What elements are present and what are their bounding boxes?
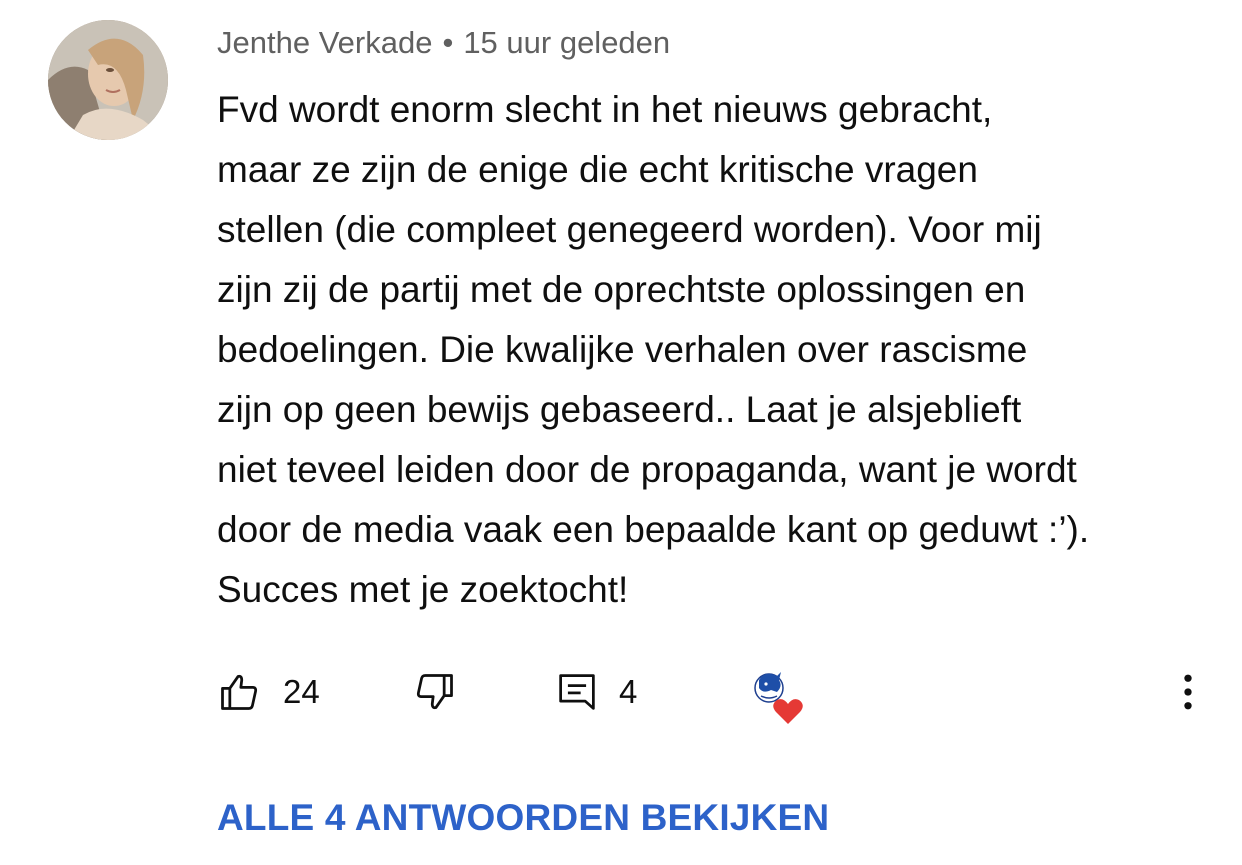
- comment-text-line: stellen (die compleet genegeerd worden).…: [217, 209, 1042, 250]
- comment-text-line: Fvd wordt enorm slecht in het nieuws geb…: [217, 89, 993, 130]
- like-button[interactable]: 24: [217, 664, 320, 720]
- comment-item: Jenthe Verkade • 15 uur geleden Fvd wordt …: [0, 0, 1242, 865]
- comment-text-line: zijn zij de partij met de oprechtste opl…: [217, 269, 1026, 310]
- creator-heart-icon: [754, 672, 803, 724]
- comment-text-line: maar ze zijn de enige die echt kritische…: [217, 149, 978, 190]
- reply-button[interactable]: 4: [557, 664, 637, 720]
- more-vertical-icon: [1184, 674, 1192, 710]
- thumbs-up-icon: [221, 674, 258, 710]
- comment-actions: 24 4: [217, 664, 1217, 724]
- avatar-image: [48, 20, 168, 140]
- comment-meta: Jenthe Verkade • 15 uur geleden: [217, 22, 670, 64]
- view-replies-button[interactable]: ALLE 4 ANTWOORDEN BEKIJKEN: [217, 797, 829, 839]
- comment-text-line: Succes met je zoektocht!: [217, 569, 629, 610]
- dislike-button[interactable]: [413, 664, 457, 720]
- like-count: 24: [283, 673, 320, 710]
- author-name[interactable]: Jenthe Verkade: [217, 25, 432, 60]
- more-options-button[interactable]: [1171, 664, 1205, 720]
- creator-heart: [751, 668, 807, 724]
- reply-count: 4: [619, 673, 638, 710]
- comment-text-line: bedoelingen. Die kwalijke verhalen over …: [217, 329, 1028, 370]
- avatar[interactable]: [48, 20, 168, 140]
- comment-timestamp: 15 uur geleden: [463, 25, 671, 60]
- meta-separator: •: [442, 25, 454, 60]
- comment-text: Fvd wordt enorm slecht in het nieuws geb…: [217, 80, 1207, 620]
- comment-text-line: door de media vaak een bepaalde kant op …: [217, 509, 1090, 550]
- comment-text-line: niet teveel leiden door de propaganda, w…: [217, 449, 1077, 490]
- reply-icon: [559, 674, 595, 710]
- thumbs-down-icon: [416, 674, 453, 710]
- comment-text-line: zijn op geen bewijs gebaseerd.. Laat je …: [217, 389, 1022, 430]
